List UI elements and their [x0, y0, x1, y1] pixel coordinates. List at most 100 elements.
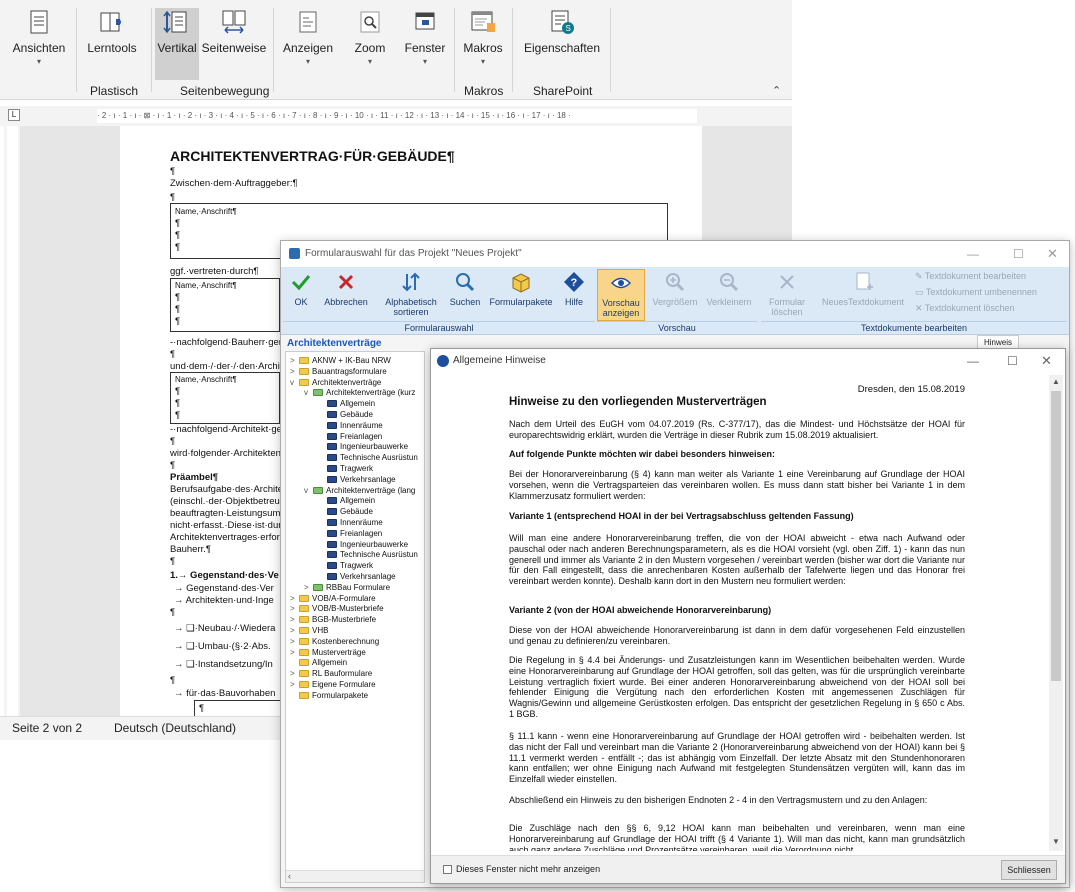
minimize-icon[interactable]: — — [967, 241, 979, 267]
close-icon[interactable]: ✕ — [1047, 241, 1058, 267]
tree-item[interactable]: Allgemein — [290, 658, 347, 669]
formularpakete-button[interactable]: Formularpakete — [487, 269, 555, 317]
chevron-right-icon[interactable]: > — [290, 648, 299, 659]
ok-button[interactable]: OK — [289, 269, 313, 317]
chevron-right-icon[interactable]: > — [290, 637, 299, 648]
tree-item[interactable]: v Architektenverträge (kurz — [304, 388, 415, 399]
tree-item[interactable]: > VOB/B-Musterbriefe — [290, 604, 384, 615]
doc-checkbox-line[interactable]: → ❑·Umbau·(§·2·Abs. — [174, 641, 271, 652]
chevron-right-icon[interactable]: > — [290, 367, 299, 378]
alphabetisch-sortieren-button[interactable]: Alphabetisch sortieren — [379, 269, 443, 317]
textdokument-umbenennen-button[interactable]: ▭ Textdokument umbenennen — [915, 287, 1037, 298]
horizontal-ruler[interactable]: L · 2 · ı · 1 · ı · ⊠ · ı · 1 · ı · 2 · … — [0, 106, 792, 126]
tree-item-label: Tragwerk — [340, 464, 374, 473]
tree-item[interactable]: Gebäude — [318, 410, 373, 421]
tree-item[interactable]: Technische Ausrüstun — [318, 453, 418, 464]
tree-item[interactable]: > Kostenberechnung — [290, 637, 379, 648]
ansichten-button[interactable]: Ansichten ▾ — [6, 8, 72, 80]
tree-item-label: RBBau Formulare — [326, 582, 391, 592]
chevron-right-icon[interactable]: > — [290, 604, 299, 615]
tree-item[interactable]: > VOB/A-Formulare — [290, 594, 376, 605]
status-page-count[interactable]: Seite 2 von 2 — [12, 721, 82, 735]
abbrechen-button[interactable]: Abbrechen — [321, 269, 371, 317]
collapse-ribbon-icon[interactable]: ⌃ — [772, 84, 781, 97]
tree-item[interactable]: Innenräume — [318, 518, 383, 529]
tree-item[interactable]: Verkehrsanlage — [318, 475, 396, 486]
tree-item[interactable]: Allgemein — [318, 496, 375, 507]
tree-item[interactable]: Gebäude — [318, 507, 373, 518]
chevron-down-icon[interactable]: v — [304, 486, 313, 497]
folder-icon — [299, 378, 309, 386]
tree-item[interactable]: Verkehrsanlage — [318, 572, 396, 583]
tree-item[interactable]: v Architektenverträge (lang — [304, 486, 415, 497]
form-tree[interactable]: > AKNW + IK-Bau NRW > Bauantragsformulare v A… — [285, 351, 425, 883]
tree-item[interactable]: Allgemein — [318, 399, 375, 410]
chevron-down-icon[interactable]: v — [304, 388, 313, 399]
tree-item[interactable]: Tragwerk — [318, 561, 373, 572]
chevron-right-icon[interactable]: > — [290, 626, 299, 637]
maximize-icon[interactable]: ☐ — [1007, 349, 1018, 373]
formular-loeschen-button[interactable]: Formular löschen — [765, 269, 809, 317]
scroll-up-icon[interactable]: ▲ — [1052, 377, 1060, 386]
tab-stop-selector-icon[interactable]: L — [8, 109, 20, 121]
hilfe-button[interactable]: ? Hilfe — [559, 269, 589, 317]
doc-checkbox-line[interactable]: → ❑·Instandsetzung/In — [174, 659, 273, 670]
status-language[interactable]: Deutsch (Deutschland) — [114, 721, 236, 735]
dont-show-checkbox[interactable] — [443, 865, 452, 874]
chevron-right-icon[interactable]: > — [290, 680, 299, 691]
chevron-right-icon[interactable]: > — [290, 356, 299, 367]
scrollbar-thumb[interactable] — [1051, 391, 1061, 681]
vergroessern-button[interactable]: Vergrößern — [649, 269, 701, 317]
scroll-down-icon[interactable]: ▼ — [1052, 837, 1060, 846]
tree-item[interactable]: > Eigene Formulare — [290, 680, 376, 691]
chevron-right-icon[interactable]: > — [290, 615, 299, 626]
folder-icon — [313, 486, 323, 494]
tree-item[interactable]: Ingenieurbauwerke — [318, 442, 408, 453]
vertikal-button[interactable]: Vertikal — [155, 8, 199, 80]
schliessen-button[interactable]: Schliessen — [1001, 860, 1057, 880]
suchen-button[interactable]: Suchen — [447, 269, 483, 317]
chevron-down-icon[interactable]: v — [290, 378, 299, 389]
textdokument-loeschen-button[interactable]: ✕ Textdokument löschen — [915, 303, 1014, 314]
vertical-scrollbar[interactable]: ▲ ▼ — [1049, 375, 1063, 851]
tab-hinweis[interactable]: Hinweis — [977, 335, 1020, 349]
lerntools-button[interactable]: Lerntools — [80, 8, 144, 80]
tree-item[interactable]: > Bauantragsformulare — [290, 367, 387, 378]
scroll-left-icon[interactable]: ‹ — [288, 871, 291, 881]
tree-item[interactable]: Ingenieurbauwerke — [318, 540, 408, 551]
paragraph: Bei der Honorarvereinbarung (§ 4) kann m… — [509, 469, 965, 501]
textdokument-bearbeiten-button[interactable]: ✎ Textdokument bearbeiten — [915, 271, 1026, 282]
seitenweise-button[interactable]: Seitenweise — [200, 8, 268, 80]
makros-button[interactable]: Makros ▾ — [458, 8, 508, 80]
minimize-icon[interactable]: — — [967, 349, 979, 373]
tree-item[interactable]: v Architektenverträge — [290, 378, 381, 389]
fenster-button[interactable]: Fenster ▾ — [400, 8, 450, 80]
close-icon[interactable]: ✕ — [1041, 349, 1052, 373]
tree-item[interactable]: Formularpakete — [290, 691, 368, 702]
tree-item[interactable]: > Musterverträge — [290, 648, 366, 659]
verkleinern-button[interactable]: Verkleinern — [703, 269, 755, 317]
doc-checkbox-line[interactable]: → ❑·Neubau·/·Wiedera — [174, 623, 275, 634]
tree-item[interactable]: Tragwerk — [318, 464, 373, 475]
chevron-right-icon[interactable]: > — [290, 594, 299, 605]
maximize-icon[interactable]: ☐ — [1013, 241, 1024, 267]
tree-item[interactable]: > VHB — [290, 626, 328, 637]
help-icon: ? — [564, 272, 584, 292]
eigenschaften-button[interactable]: S Eigenschaften — [520, 8, 604, 80]
tree-item[interactable]: Technische Ausrüstun — [318, 550, 418, 561]
tree-item[interactable]: > RBBau Formulare — [304, 583, 390, 594]
tree-item[interactable]: Innenräume — [318, 421, 383, 432]
tree-item[interactable]: > RL Bauformulare — [290, 669, 372, 680]
vertical-ruler[interactable] — [4, 126, 20, 716]
tree-item[interactable]: Freianlagen — [318, 529, 382, 540]
chevron-right-icon[interactable]: > — [304, 583, 313, 594]
anzeigen-button[interactable]: Anzeigen ▾ — [278, 8, 338, 80]
zoom-button[interactable]: Zoom ▾ — [344, 8, 396, 80]
tree-item[interactable]: Freianlagen — [318, 432, 382, 443]
vorschau-anzeigen-button[interactable]: Vorschau anzeigen — [597, 269, 645, 321]
horizontal-scrollbar[interactable]: ‹ — [286, 870, 424, 882]
tree-item[interactable]: > AKNW + IK-Bau NRW — [290, 356, 391, 367]
tree-item[interactable]: > BGB-Musterbriefe — [290, 615, 376, 626]
neues-textdokument-button[interactable]: NeuesTextdokument — [817, 269, 909, 317]
chevron-right-icon[interactable]: > — [290, 669, 299, 680]
